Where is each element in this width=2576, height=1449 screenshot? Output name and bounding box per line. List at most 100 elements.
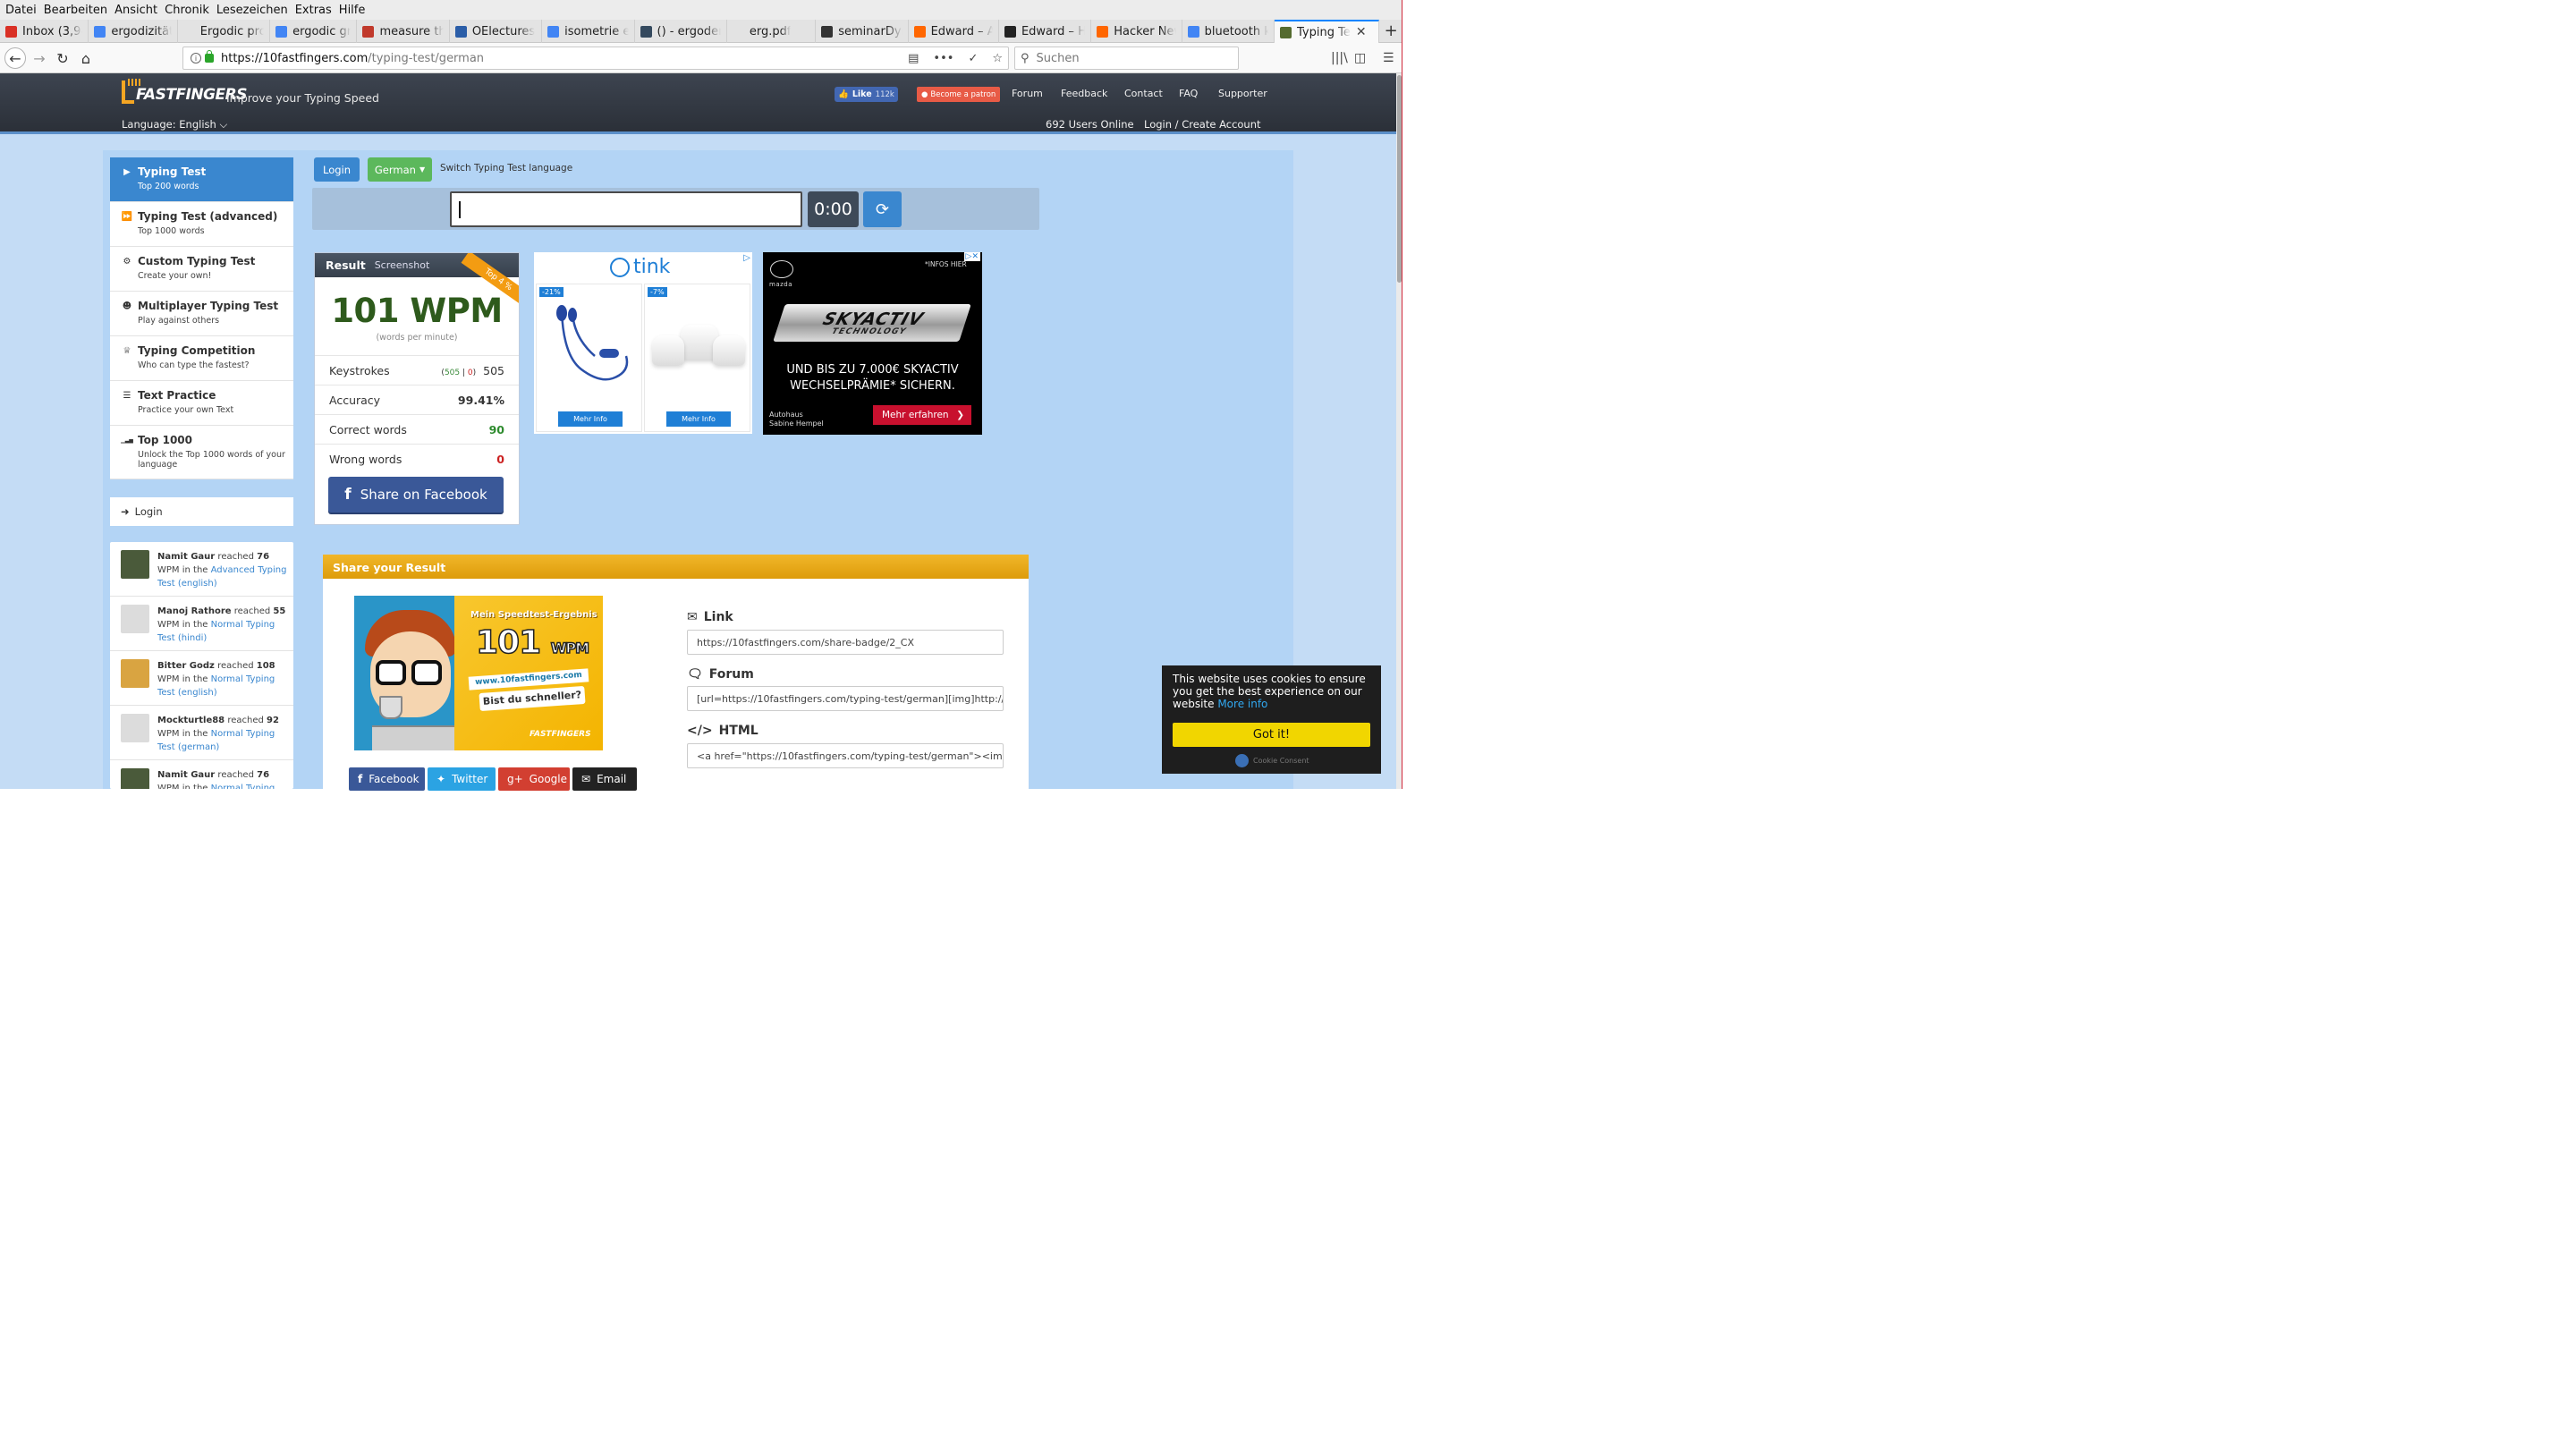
forward-button[interactable]: → (29, 47, 50, 69)
link-label-text: Link (703, 610, 733, 624)
menu-lesezeichen[interactable]: Lesezeichen (216, 4, 288, 17)
sidebar-item-typing-test[interactable]: ▶ Typing Test Top 200 words (110, 157, 293, 202)
login-create-account-link[interactable]: Login / Create Account (1144, 118, 1261, 131)
facebook-like-button[interactable]: 👍 Like 112k (835, 87, 898, 102)
close-tab-icon[interactable]: ✕ (1356, 25, 1367, 39)
login-button[interactable]: Login (314, 157, 360, 182)
pocket-icon[interactable]: ✓ (968, 52, 978, 65)
feed-user-name[interactable]: Bitter Godz (157, 661, 215, 671)
patreon-button[interactable]: ● Become a patron (917, 87, 1001, 102)
feed-user-name[interactable]: Namit Gaur (157, 770, 215, 780)
browser-tab[interactable]: Inbox (3,94 (0, 20, 89, 43)
library-icon[interactable]: |||\ (1331, 51, 1348, 65)
reader-view-icon[interactable]: ▤ (908, 52, 919, 65)
sidebar-item-subtitle: Play against others (138, 316, 220, 326)
mehr-erfahren-button[interactable]: Mehr erfahren ❯ (873, 405, 971, 425)
ad-product-earphones[interactable]: -21% Mehr Info (536, 284, 642, 432)
avatar[interactable] (121, 768, 149, 789)
browser-tab[interactable]: Edward – Hc (999, 20, 1092, 43)
url-bar[interactable]: i https://10fastfingers.com/typing-test/… (182, 47, 1009, 70)
feed-test-link[interactable]: Normal Typing (211, 784, 275, 789)
sidebar-item-text-practice[interactable]: ☰ Text Practice Practice your own Text (110, 381, 293, 426)
menu-ansicht[interactable]: Ansicht (114, 4, 157, 17)
sidebar-item-typing-competition[interactable]: ♕ Typing Competition Who can type the fast… (110, 336, 293, 381)
avatar[interactable] (121, 550, 149, 579)
language-selector[interactable]: Language: English ⌵ (122, 118, 227, 131)
ad-close-icon[interactable]: ▷✕ (963, 252, 980, 261)
link-field[interactable]: https://10fastfingers.com/share-badge/2_… (687, 630, 1004, 655)
cookie-more-info-link[interactable]: More info (1217, 698, 1267, 710)
mehr-info-button[interactable]: Mehr Info (666, 411, 731, 427)
cookie-consent-credit[interactable]: Cookie Consent (1235, 754, 1309, 767)
browser-tab[interactable]: isometrie eir (542, 20, 635, 43)
language-dropdown-button[interactable]: German ▼ (368, 157, 432, 182)
share-twitter-button[interactable]: ✦ Twitter (428, 767, 496, 791)
menu-hilfe[interactable]: Hilfe (339, 4, 366, 17)
feed-user-name[interactable]: Namit Gaur (157, 552, 215, 562)
mazda-logo-icon (770, 260, 793, 278)
mehr-info-button[interactable]: Mehr Info (558, 411, 623, 427)
feed-user-name[interactable]: Mockturtle88 (157, 716, 225, 725)
google-plus-icon: g+ (507, 773, 523, 785)
cookie-got-it-button[interactable]: Got it! (1173, 723, 1370, 747)
avatar[interactable] (121, 605, 149, 633)
mazda-info[interactable]: *INFOS HIER (925, 260, 967, 268)
browser-tab[interactable]: measure the (357, 20, 450, 43)
sidebar-item-multiplayer-typing-test[interactable]: ☻ Multiplayer Typing Test Play against oth… (110, 292, 293, 336)
nav-forum[interactable]: Forum (1012, 88, 1043, 99)
search-bar[interactable]: ⚲ Suchen (1014, 47, 1239, 70)
share-email-button[interactable]: ✉ Email (572, 767, 637, 791)
browser-tab[interactable]: () - ergoden (635, 20, 727, 43)
menu-bearbeiten[interactable]: Bearbeiten (44, 4, 107, 17)
avatar[interactable] (121, 659, 149, 688)
browser-tab[interactable]: Edward – A (909, 20, 999, 43)
avatar[interactable] (121, 714, 149, 742)
share-facebook-button[interactable]: f Facebook (349, 767, 425, 791)
restart-button[interactable]: ⟳ (863, 191, 902, 227)
nav-faq[interactable]: FAQ (1179, 88, 1198, 99)
nav-feedback[interactable]: Feedback (1061, 88, 1107, 99)
new-tab-button[interactable]: + (1379, 20, 1402, 42)
menu-datei[interactable]: Datei (5, 4, 37, 17)
menu-extras[interactable]: Extras (295, 4, 332, 17)
sidebar-toggle-icon[interactable]: ◫ (1354, 51, 1366, 65)
feed-item: Namit Gaur reached 76 WPM in the Advance… (110, 542, 293, 597)
typing-input[interactable] (450, 191, 802, 227)
menu-chronik[interactable]: Chronik (165, 4, 209, 17)
mazda-advertisement[interactable]: mazda *INFOS HIER ▷✕ SKYACTIV TECHNOLOGY… (763, 252, 982, 435)
badge-heading: Mein Speedtest-Ergebnis (470, 610, 597, 620)
browser-tab[interactable]: ergodizität s (89, 20, 178, 43)
page-actions-icon[interactable]: ••• (933, 52, 953, 65)
info-icon[interactable]: i (191, 53, 201, 64)
adchoices-icon[interactable]: ▷ (743, 253, 750, 263)
share-on-facebook-button[interactable]: f Share on Facebook (328, 477, 504, 513)
share-google-button[interactable]: g+ Google (498, 767, 570, 791)
hamburger-menu-icon[interactable]: ☰ (1383, 51, 1394, 65)
tab-result[interactable]: Result (326, 258, 366, 272)
browser-tab[interactable]: Typing Te ✕ (1274, 20, 1380, 43)
nav-supporter[interactable]: Supporter (1218, 88, 1267, 99)
tab-screenshot[interactable]: Screenshot (375, 259, 430, 271)
browser-tab[interactable]: Ergodic propert (178, 20, 271, 43)
browser-tab[interactable]: OElectures (450, 20, 543, 43)
reload-button[interactable]: ↻ (52, 47, 73, 69)
sidebar-login[interactable]: ➜ Login (110, 497, 293, 526)
bookmark-star-icon[interactable]: ☆ (992, 52, 1003, 65)
ad-product-router[interactable]: -7% Mehr Info (644, 284, 750, 432)
feed-user-name[interactable]: Manoj Rathore (157, 606, 232, 616)
back-button[interactable]: ← (4, 47, 26, 69)
forum-field[interactable]: [url=https://10fastfingers.com/typing-te… (687, 686, 1004, 711)
html-field[interactable]: <a href="https://10fastfingers.com/typin… (687, 743, 1004, 768)
nav-contact[interactable]: Contact (1124, 88, 1163, 99)
browser-tab[interactable]: ergodic grou (270, 20, 358, 43)
sidebar-item-custom-typing-test[interactable]: ⚙ Custom Typing Test Create your own! (110, 247, 293, 292)
browser-tab[interactable]: erg.pdf (727, 20, 817, 43)
tink-advertisement[interactable]: tink ▷ -21% Mehr Info -7% Mehr Info (534, 252, 752, 434)
sidebar-item-top-1000[interactable]: ▁▃▅ Top 1000 Unlock the Top 1000 words of … (110, 426, 293, 479)
activity-feed: Namit Gaur reached 76 WPM in the Advance… (110, 542, 293, 789)
browser-tab[interactable]: bluetooth kc (1182, 20, 1275, 43)
browser-tab[interactable]: seminarDyn (816, 20, 909, 43)
sidebar-item-typing-test-advanced[interactable]: ⏩ Typing Test (advanced) Top 1000 words (110, 202, 293, 247)
home-button[interactable]: ⌂ (75, 47, 97, 69)
browser-tab[interactable]: Hacker New (1091, 20, 1182, 43)
